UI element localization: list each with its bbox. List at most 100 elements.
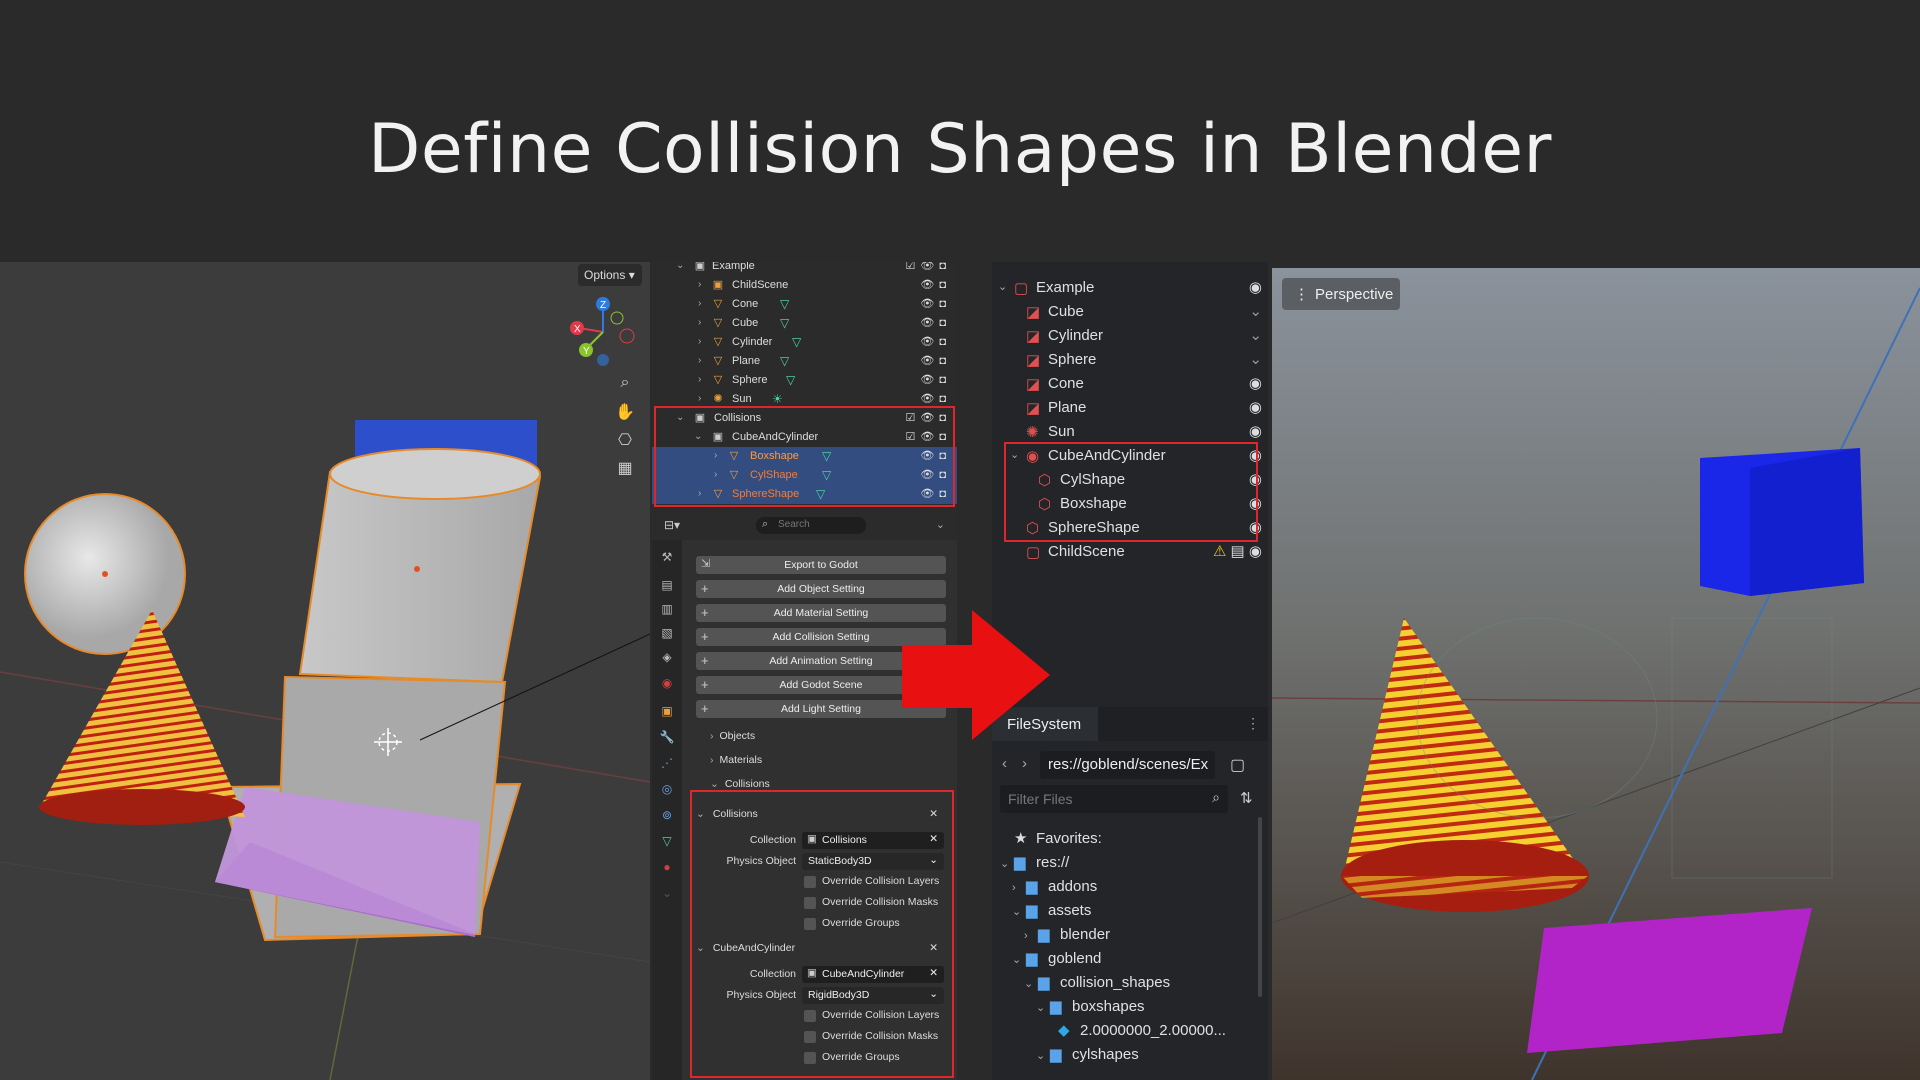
folder-icon: ▆ — [1038, 926, 1050, 943]
override-collision-masks-checkbox[interactable] — [804, 897, 816, 909]
scene-node-plane[interactable]: ◪ Plane ◉ — [992, 396, 1268, 420]
scene-node-sun[interactable]: ✺ Sun ◉ — [992, 420, 1268, 444]
outliner-row-collisions[interactable]: ⌄ ▣ Collisions ☑👁◘ — [652, 409, 957, 428]
blender-outliner[interactable]: ⌄ ▣ Example ☑👁◘ › ▣ ChildScene 👁◘ › ▽ Cone ▽ 👁◘ › ▽… — [652, 262, 957, 510]
blender-properties[interactable]: ⊟▾ ⌕ Search ⌄ ⚒ ▤ ▥ ▧ ◈ ◉ ▣ 🔧 ⋰ ◎ ⊚ ▽ ● ⌄… — [652, 512, 957, 1080]
outliner-row-cone[interactable]: › ▽ Cone ▽ 👁◘ — [652, 295, 957, 314]
outliner-row-sphereshape[interactable]: › ▽ SphereShape ▽ 👁◘ — [652, 485, 957, 504]
folder-icon: ▆ — [1038, 974, 1050, 991]
override-collision-layers-checkbox[interactable] — [804, 1010, 816, 1022]
subpanel-objects[interactable]: › Objects — [710, 730, 755, 742]
outliner-row-childscene[interactable]: › ▣ ChildScene 👁◘ — [652, 276, 957, 295]
scene-node-cylshape[interactable]: ⬡ CylShape ◉ — [992, 468, 1268, 492]
outliner-row-cylinder[interactable]: › ▽ Cylinder ▽ 👁◘ — [652, 333, 957, 352]
clear-icon: ✕ — [929, 833, 938, 845]
view-layer-tab-icon[interactable]: ▧ — [659, 626, 675, 642]
physics-object-select[interactable]: StaticBody3D ⌄ — [802, 853, 944, 870]
collection-field[interactable]: ▣ Collisions ✕ — [802, 832, 944, 849]
output-tab-icon[interactable]: ▥ — [659, 602, 675, 618]
override-collision-masks-checkbox[interactable] — [804, 1031, 816, 1043]
outliner-row-cube[interactable]: › ▽ Cube ▽ 👁◘ — [652, 314, 957, 333]
folder-goblend[interactable]: ⌄ ▆ goblend — [1012, 949, 1101, 973]
outliner-row-plane[interactable]: › ▽ Plane ▽ 👁◘ — [652, 352, 957, 371]
chevron-down-icon: ⌄ — [929, 988, 938, 1000]
tool-tab-icon[interactable]: ⚒ — [659, 550, 675, 566]
outliner-row-sun[interactable]: › ✺ Sun ☀ 👁◘ — [652, 390, 957, 409]
scene-node-boxshape[interactable]: ⬡ Boxshape ◉ — [992, 492, 1268, 516]
filter-files-input[interactable]: Filter Files ⌕ — [1000, 785, 1228, 813]
godot-viewport[interactable]: ⋮ Perspective — [1272, 268, 1920, 1080]
editor-type-icon[interactable]: ⊟▾ — [664, 518, 680, 532]
favorites-item[interactable]: ★ Favorites: — [1014, 829, 1102, 853]
outliner-row-boxshape[interactable]: › ▽ Boxshape ▽ 👁◘ — [652, 447, 957, 466]
folder-blender[interactable]: › ▆ blender — [1024, 925, 1110, 949]
folder-assets[interactable]: ⌄ ▆ assets — [1012, 901, 1091, 925]
folder-collision-shapes[interactable]: ⌄ ▆ collision_shapes — [1024, 973, 1170, 997]
folder-cylshapes[interactable]: ⌄ ▆ cylshapes — [1036, 1045, 1139, 1069]
add-object-setting-button[interactable]: + Add Object Setting — [696, 580, 946, 598]
scene-node-cone[interactable]: ◪ Cone ◉ — [992, 372, 1268, 396]
visibility-icon: ◉ — [1248, 279, 1262, 296]
godot-3d-scene — [1272, 268, 1920, 1080]
options-dropdown[interactable]: Options ▾ — [578, 264, 642, 286]
zoom-icon[interactable]: ⌕ — [612, 374, 638, 396]
particles-tab-icon[interactable]: ⋰ — [659, 756, 675, 772]
data-tab-icon[interactable]: ▽ — [659, 834, 675, 850]
chevron-down-icon[interactable]: ⌄ — [936, 518, 945, 531]
hand-icon[interactable]: ✋ — [612, 402, 638, 424]
blender-viewport[interactable]: Options ▾ Z X Y ⌕ ✋ ⎔ ▦ — [0, 262, 650, 1080]
override-groups-checkbox[interactable] — [804, 918, 816, 930]
scene-node-childscene[interactable]: ▢ ChildScene ⚠ ▤ ◉ — [992, 540, 1268, 564]
override-groups-checkbox[interactable] — [804, 1052, 816, 1064]
override-collision-layers-checkbox[interactable] — [804, 876, 816, 888]
folder-icon: ▆ — [1026, 902, 1038, 919]
render-tab-icon[interactable]: ▤ — [659, 578, 675, 594]
scene-tab-icon[interactable]: ◈ — [659, 650, 675, 666]
axis-gizmo[interactable]: Z X Y — [565, 294, 640, 369]
split-view-icon[interactable]: ▢ — [1230, 755, 1245, 775]
material-tab-icon[interactable]: ● — [659, 860, 675, 876]
sort-icon[interactable]: ⇅ — [1240, 789, 1253, 807]
section-collisions-header[interactable]: ⌄ Collisions ✕ — [696, 808, 946, 820]
export-to-godot-button[interactable]: ⇲ Export to Godot — [696, 556, 946, 574]
back-icon[interactable]: ‹ — [1002, 755, 1007, 772]
scene-node-sphere[interactable]: ◪ Sphere ⌄ — [992, 348, 1268, 372]
constraints-tab-icon[interactable]: ⊚ — [659, 808, 675, 824]
scene-node-cubeandcylinder[interactable]: ⌄ ◉ CubeAndCylinder ◉ — [992, 444, 1268, 468]
physics-object-select[interactable]: RigidBody3D ⌄ — [802, 987, 944, 1004]
forward-icon[interactable]: › — [1022, 755, 1027, 772]
folder-res[interactable]: ⌄ ▆ res:// — [1000, 853, 1069, 877]
scene-node-cylinder[interactable]: ◪ Cylinder ⌄ — [992, 324, 1268, 348]
modifier-tab-icon[interactable]: 🔧 — [659, 730, 675, 746]
outliner-row-sphere[interactable]: › ▽ Sphere ▽ 👁◘ — [652, 371, 957, 390]
outliner-row-cubeandcylinder[interactable]: ⌄ ▣ CubeAndCylinder ☑👁◘ — [652, 428, 957, 447]
scene-node-example[interactable]: ⌄ ▢ Example ◉ — [992, 276, 1268, 300]
grid-icon[interactable]: ▦ — [612, 458, 638, 480]
outliner-row-cylshape[interactable]: › ▽ CylShape ▽ 👁◘ — [652, 466, 957, 485]
folder-addons[interactable]: › ▆ addons — [1012, 877, 1097, 901]
collection-field[interactable]: ▣ CubeAndCylinder ✕ — [802, 966, 944, 983]
camera-icon[interactable]: ⎔ — [612, 430, 638, 452]
world-tab-icon[interactable]: ◉ — [659, 676, 675, 692]
menu-icon[interactable]: ⋮ — [1246, 715, 1260, 732]
physics-tab-icon[interactable]: ◎ — [659, 782, 675, 798]
perspective-button[interactable]: ⋮ Perspective — [1282, 278, 1400, 310]
godot-filesystem[interactable]: FileSystem ⋮ ‹ › res://goblend/scenes/Ex… — [992, 707, 1268, 1080]
scrollbar[interactable] — [1258, 817, 1262, 997]
subpanel-materials[interactable]: › Materials — [710, 754, 762, 766]
close-icon[interactable]: ✕ — [929, 808, 938, 820]
search-icon: ⌕ — [1212, 789, 1220, 805]
properties-search-input[interactable]: ⌕ Search — [756, 517, 866, 534]
outliner-row-example[interactable]: ⌄ ▣ Example ☑👁◘ — [652, 262, 957, 276]
file-boxshape-resource[interactable]: ◆ 2.0000000_2.00000... — [1058, 1021, 1226, 1045]
subpanel-collisions[interactable]: ⌄ Collisions — [710, 778, 770, 790]
clear-icon: ✕ — [929, 967, 938, 979]
path-input[interactable]: res://goblend/scenes/Ex — [1040, 751, 1215, 779]
close-icon[interactable]: ✕ — [929, 942, 938, 954]
object-tab-icon[interactable]: ▣ — [659, 704, 675, 720]
scene-node-sphereshape[interactable]: ⬡ SphereShape ◉ — [992, 516, 1268, 540]
scene-node-cube[interactable]: ◪ Cube ⌄ — [992, 300, 1268, 324]
folder-boxshapes[interactable]: ⌄ ▆ boxshapes — [1036, 997, 1145, 1021]
section-cubeandcylinder-header[interactable]: ⌄ CubeAndCylinder ✕ — [696, 942, 946, 954]
collection-label: Collection — [749, 834, 796, 846]
